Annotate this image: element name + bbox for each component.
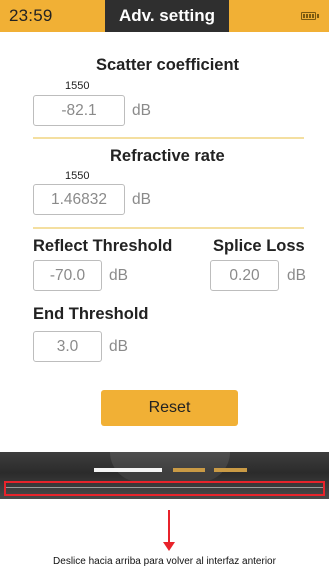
page-title: Adv. setting [105,0,229,32]
reset-button[interactable]: Reset [101,390,238,426]
clock: 23:59 [9,6,53,25]
reflect-threshold-input[interactable]: -70.0 [33,260,102,291]
battery-icon [301,12,319,20]
reflect-threshold-heading: Reflect Threshold [33,237,173,255]
refractive-wavelength-label: 1550 [65,170,90,182]
scatter-wavelength-label: 1550 [65,80,90,92]
advanced-settings-screen: 23:59 Adv. setting Scatter coefficient 1… [0,0,329,570]
page-indicator-active [94,468,162,472]
end-threshold-heading: End Threshold [33,305,149,323]
arrow-head-icon [163,542,175,551]
page-indicator [173,468,205,472]
reflect-threshold-unit-label: dB [109,267,128,284]
section-divider [33,227,304,229]
end-threshold-unit-label: dB [109,338,128,355]
refractive-rate-input[interactable]: 1.46832 [33,184,125,215]
scatter-coefficient-heading: Scatter coefficient [96,56,240,74]
refractive-rate-heading: Refractive rate [110,147,225,165]
splice-loss-heading: Splice Loss [213,237,305,255]
page-indicator [214,468,247,472]
end-threshold-input[interactable]: 3.0 [33,331,102,362]
battery-level [303,14,314,18]
swipe-hint-caption: Deslice hacia arriba para volver al inte… [53,556,276,567]
status-bar: 23:59 Adv. setting [0,0,329,32]
swipe-area-highlight[interactable] [4,481,325,496]
section-divider [33,137,304,139]
refractive-unit-label: dB [132,191,151,208]
down-arrow-icon [168,510,170,544]
scatter-coefficient-input[interactable]: -82.1 [33,95,125,126]
splice-loss-input[interactable]: 0.20 [210,260,279,291]
scatter-unit-label: dB [132,102,151,119]
splice-loss-unit-label: dB [287,267,306,284]
